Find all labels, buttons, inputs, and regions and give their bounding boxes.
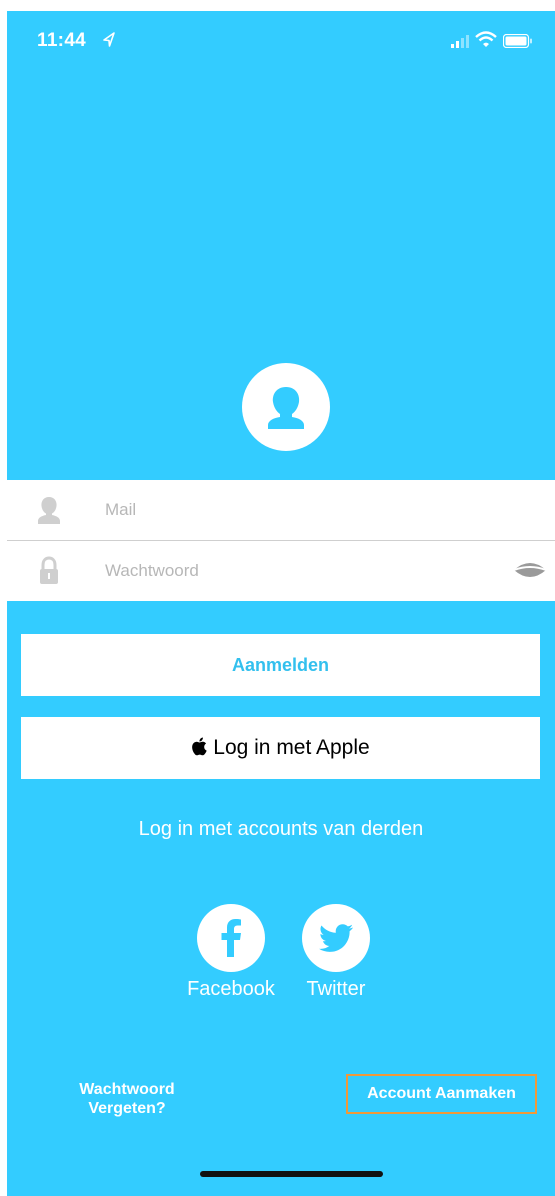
battery-icon — [502, 33, 533, 53]
home-indicator — [200, 1171, 383, 1177]
lock-icon — [35, 556, 63, 591]
login-button-label: Aanmelden — [231, 654, 330, 675]
mail-row — [7, 480, 555, 540]
status-bar: 11:44 — [7, 11, 555, 69]
mail-input[interactable] — [105, 496, 495, 524]
login-screen: 11:44 Mail Aanmelden Log in met Apple Lo… — [7, 11, 555, 1196]
user-icon — [35, 495, 63, 530]
cellular-signal-icon — [451, 35, 471, 53]
facebook-label: Facebook — [187, 978, 275, 1000]
facebook-icon — [221, 919, 241, 957]
twitter-login-button[interactable] — [302, 904, 370, 972]
facebook-login-button[interactable] — [197, 904, 265, 972]
wifi-icon — [475, 31, 497, 53]
third-party-heading: Log in met accounts van derden — [138, 818, 424, 840]
create-account-link[interactable]: Account Aanmaken — [346, 1074, 537, 1114]
password-input[interactable] — [105, 557, 495, 585]
create-account-label: Account Aanmaken — [367, 1085, 516, 1102]
forgot-password-link[interactable]: Wachtwoord Vergeten? — [47, 1080, 207, 1118]
login-form — [7, 480, 555, 601]
apple-login-label: Log in met Apple — [213, 736, 370, 759]
user-avatar-icon — [242, 363, 330, 451]
twitter-label: Twitter — [306, 978, 366, 1000]
apple-login-button[interactable]: Log in met Apple — [21, 717, 540, 779]
location-arrow-icon — [102, 32, 116, 53]
twitter-icon — [319, 924, 353, 952]
login-button[interactable]: Aanmelden — [21, 634, 540, 696]
password-row — [7, 541, 555, 601]
eye-toggle-icon[interactable] — [513, 560, 547, 585]
apple-icon — [191, 737, 207, 759]
status-time: 11:44 — [37, 30, 87, 51]
